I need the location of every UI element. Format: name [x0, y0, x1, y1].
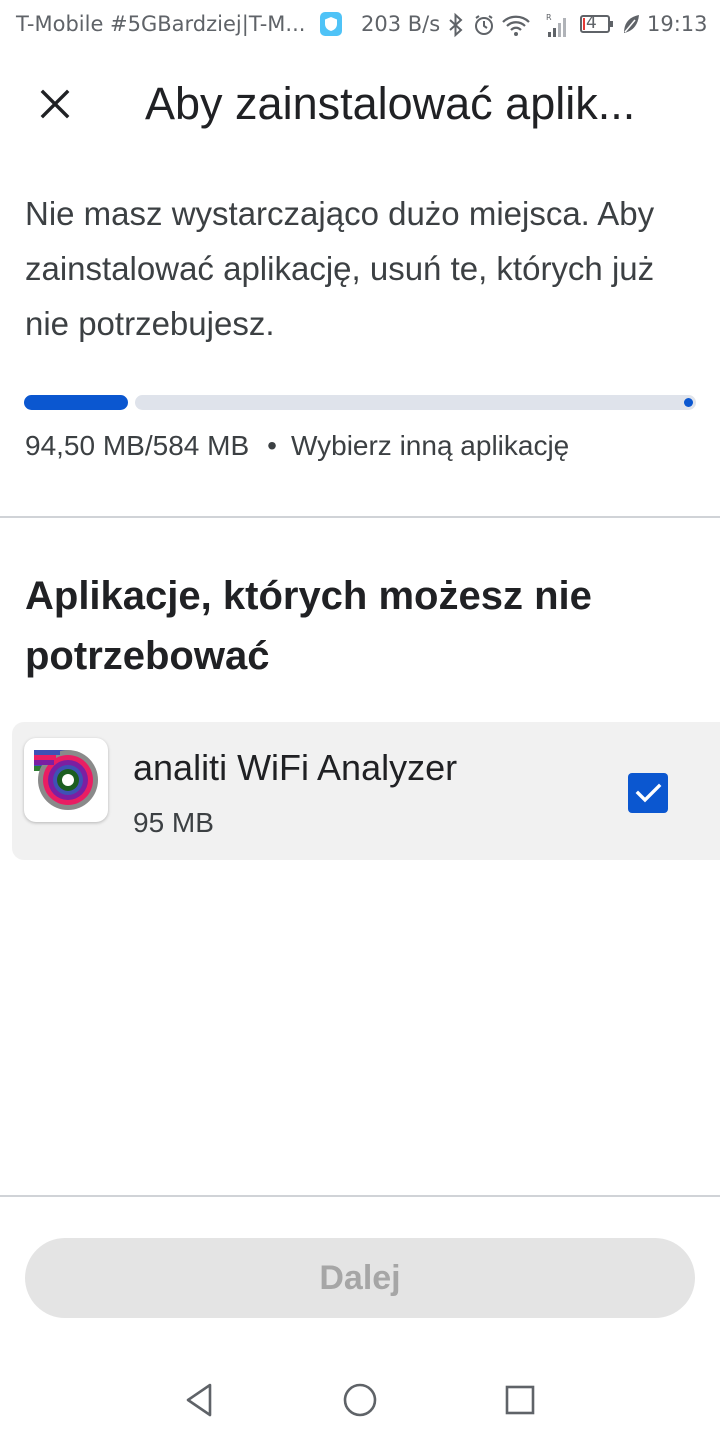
divider	[0, 516, 720, 518]
wifi-icon	[502, 15, 530, 31]
nav-home-button[interactable]	[330, 1370, 390, 1430]
list-item[interactable]: analiti WiFi Analyzer 95 MB	[12, 722, 720, 860]
app-select-checkbox[interactable]	[628, 773, 668, 813]
vpn-shield-icon	[320, 12, 342, 36]
storage-info-row: 94,50 MB/584 MB • Wybierz inną aplikację	[25, 427, 569, 465]
svg-text:R: R	[546, 13, 552, 22]
storage-progress-end-dot	[684, 398, 693, 407]
app-size: 95 MB	[133, 807, 214, 838]
page-title: Aby zainstalować aplik...	[145, 78, 636, 129]
analiti-logo-icon	[34, 750, 98, 810]
app-name: analiti WiFi Analyzer	[133, 747, 458, 788]
clock: 19:13	[647, 12, 708, 36]
battery-level: 4	[586, 13, 597, 33]
recents-square-icon	[505, 1385, 535, 1415]
storage-progress-track	[135, 395, 696, 410]
back-triangle-icon	[186, 1383, 212, 1417]
nav-back-button[interactable]	[170, 1370, 230, 1430]
nav-recents-button[interactable]	[490, 1370, 550, 1430]
power-saving-leaf-icon	[624, 15, 639, 33]
status-icons: R	[449, 12, 566, 38]
section-title: Aplikacje, których możesz nie potrzebowa…	[25, 574, 592, 678]
checkmark-icon	[635, 783, 662, 803]
network-speed: 203 B/s	[361, 12, 441, 36]
close-icon	[40, 89, 70, 119]
home-circle-icon	[343, 1383, 377, 1417]
bullet-separator: •	[267, 430, 277, 461]
app-icon	[24, 738, 108, 822]
status-bar: T-Mobile #5GBardziej|T-M... 203 B/s R 4 …	[0, 0, 720, 50]
insufficient-space-message: Nie masz wystarczająco dużo miejsca. Aby…	[25, 195, 655, 342]
divider	[0, 1195, 720, 1197]
carrier-name: T-Mobile #5GBardziej|T-M...	[16, 12, 306, 36]
close-button[interactable]	[22, 71, 88, 137]
storage-summary: 94,50 MB/584 MB	[25, 430, 250, 461]
next-button[interactable]: Dalej	[25, 1238, 695, 1318]
choose-other-app-text: Wybierz inną aplikację	[290, 430, 570, 461]
wifi-dot-icon	[514, 32, 518, 36]
bluetooth-icon	[449, 12, 463, 38]
signal-icon: R	[546, 13, 566, 37]
storage-progress-used	[24, 395, 128, 410]
alarm-icon	[475, 15, 493, 35]
